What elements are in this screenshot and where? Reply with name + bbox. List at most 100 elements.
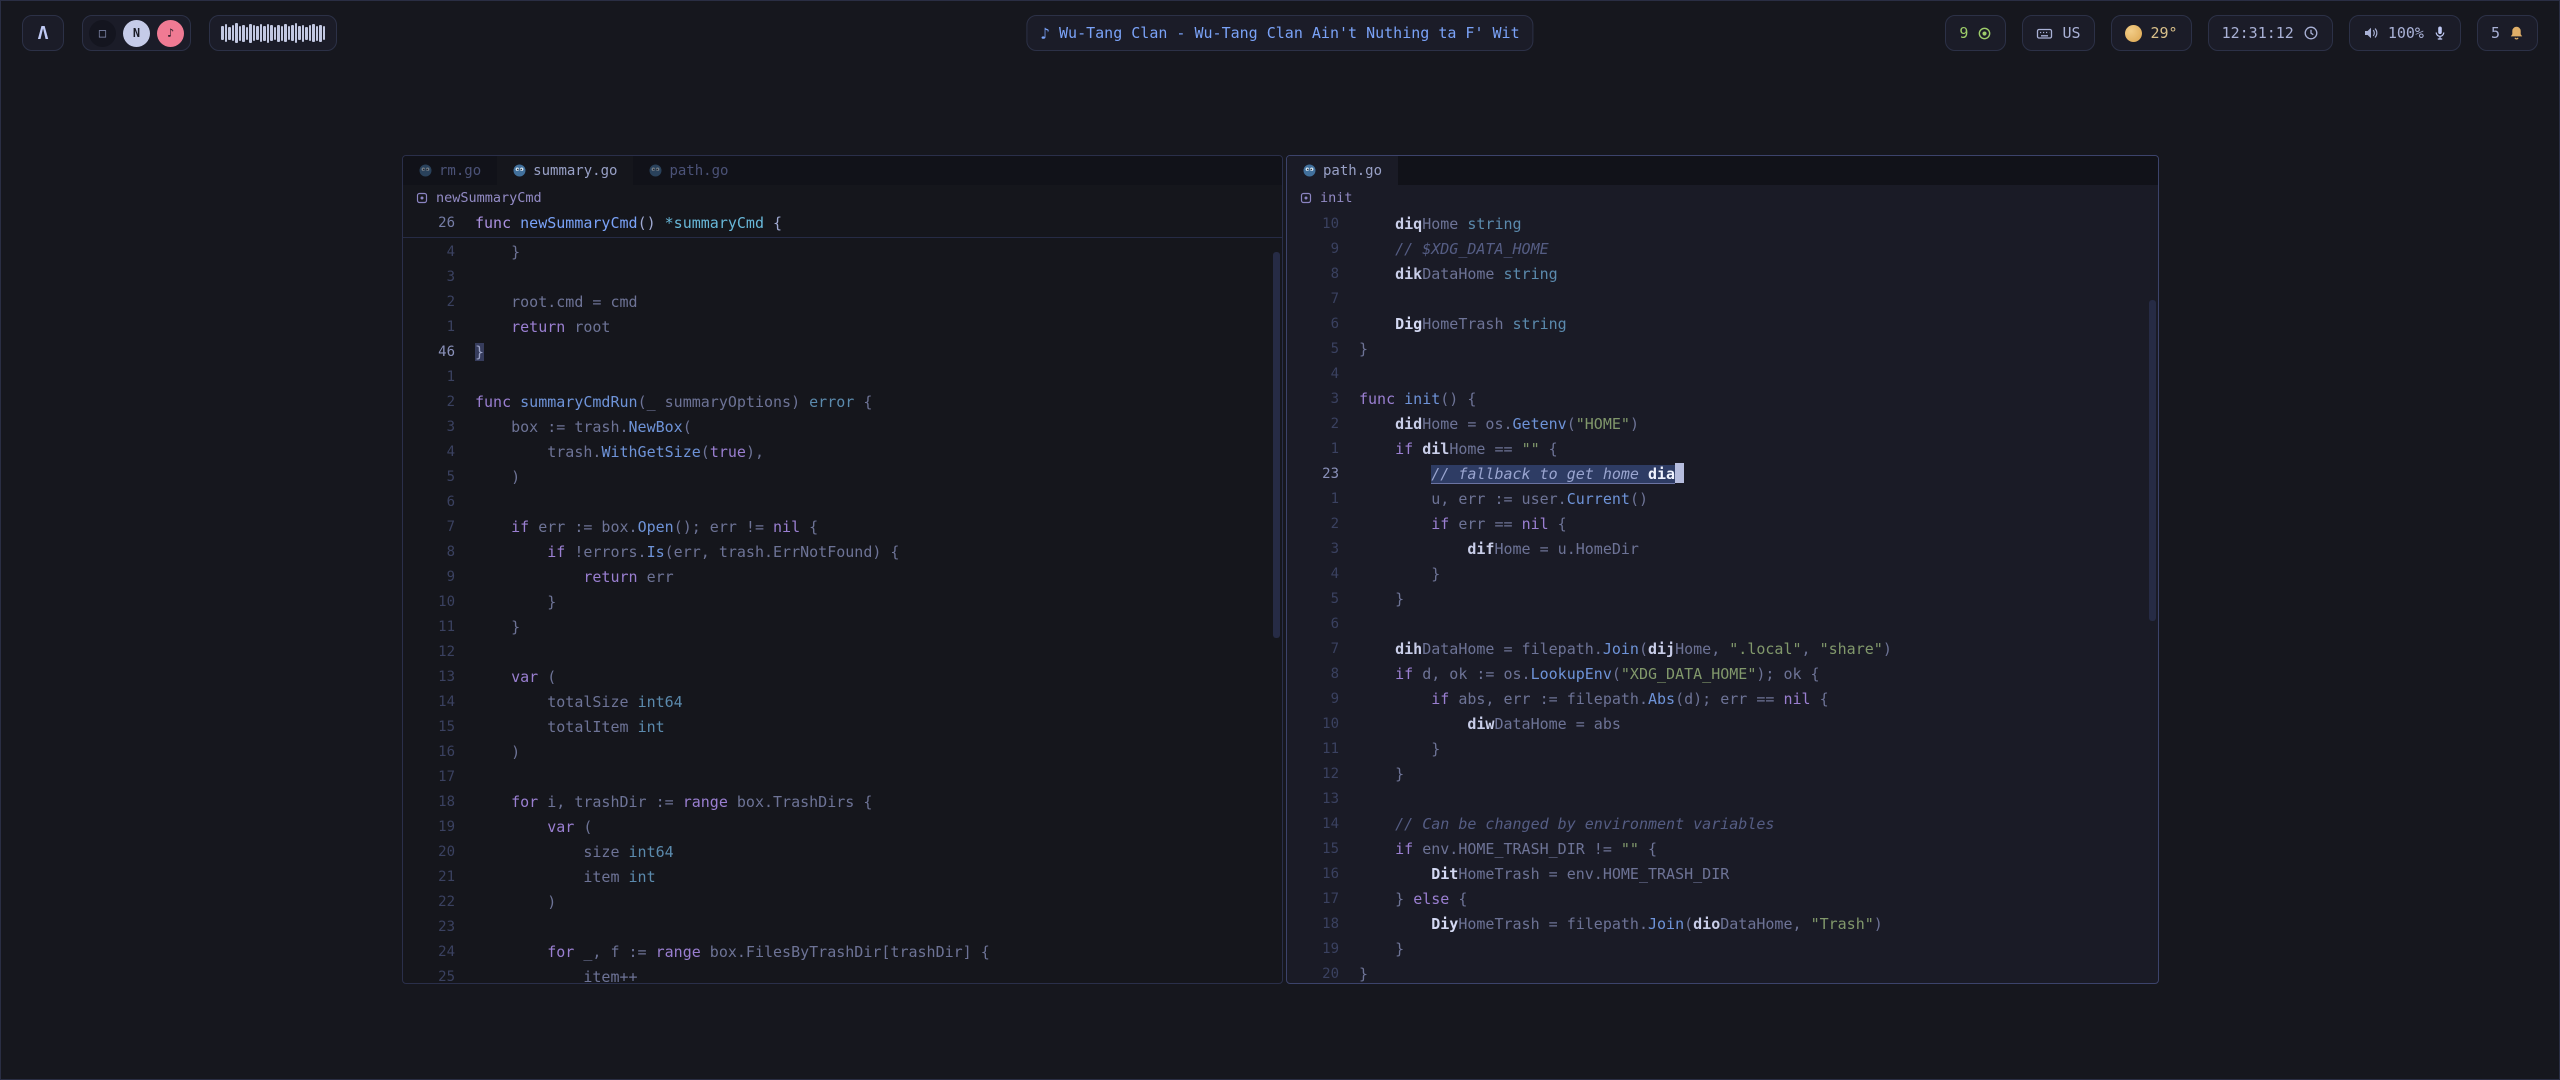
- weather-temperature: 29°: [2151, 24, 2178, 42]
- code-line: 4 }: [403, 240, 1282, 265]
- line-number: 3: [403, 415, 475, 440]
- line-number: 5: [403, 465, 475, 490]
- right-breadcrumb: init: [1287, 185, 2158, 210]
- code-line: 10 diqHome string: [1287, 212, 2158, 237]
- visualizer-bar: [291, 25, 294, 41]
- code-line: 4 trash.WithGetSize(true),: [403, 440, 1282, 465]
- speaker-icon: [2363, 25, 2379, 41]
- code-line: 20}: [1287, 962, 2158, 984]
- line-number: 3: [1287, 387, 1359, 412]
- cursor: [1675, 463, 1684, 483]
- line-number: 1: [403, 315, 475, 340]
- visualizer-bar: [302, 25, 305, 42]
- tab-summary.go[interactable]: summary.go: [497, 156, 633, 185]
- code-line: 5 ): [403, 465, 1282, 490]
- visualizer-bar: [270, 25, 273, 41]
- code-line: 24 for _, f := range box.FilesByTrashDir…: [403, 940, 1282, 965]
- line-number: 11: [403, 615, 475, 640]
- code-line: 3func init() {: [1287, 387, 2158, 412]
- code-line: 17: [403, 765, 1282, 790]
- volume-pill[interactable]: 100%: [2349, 15, 2461, 51]
- line-number: 18: [1287, 912, 1359, 937]
- scrollbar-thumb[interactable]: [1273, 252, 1280, 638]
- recording-count: 9: [1959, 24, 1968, 42]
- code-line: 18 DiyHomeTrash = filepath.Join(dioDataH…: [1287, 912, 2158, 937]
- clock-value: 12:31:12: [2222, 24, 2294, 42]
- code-line: 8 dikDataHome string: [1287, 262, 2158, 287]
- code-line: 6: [403, 490, 1282, 515]
- symbol-icon: [1300, 192, 1312, 204]
- scrollbar-thumb[interactable]: [2149, 300, 2156, 621]
- workspace-2[interactable]: N: [123, 20, 150, 47]
- code-line: 7: [1287, 287, 2158, 312]
- tab-path.go[interactable]: path.go: [1287, 156, 1398, 185]
- code-line: 6: [1287, 612, 2158, 637]
- weather-pill[interactable]: 29°: [2111, 15, 2192, 51]
- visualizer-bar: [312, 24, 315, 42]
- line-number: 10: [1287, 712, 1359, 737]
- line-number: 9: [1287, 237, 1359, 262]
- tab-rm.go[interactable]: rm.go: [403, 156, 497, 185]
- go-file-icon: [513, 164, 526, 177]
- moon-icon: [2125, 25, 2142, 42]
- line-number: 1: [403, 365, 475, 390]
- line-number: 15: [403, 715, 475, 740]
- code-line: 2 didHome = os.Getenv("HOME"): [1287, 412, 2158, 437]
- line-number: 16: [403, 740, 475, 765]
- recording-indicator-pill[interactable]: 9: [1945, 15, 2006, 51]
- left-breadcrumb: newSummaryCmd: [403, 185, 1282, 210]
- right-editor-tabs: path.go: [1287, 156, 2158, 185]
- left-editor-code: 4 }32 root.cmd = cmd1 return root46}12fu…: [403, 238, 1282, 984]
- code-line: 8 if !errors.Is(err, trash.ErrNotFound) …: [403, 540, 1282, 565]
- microphone-icon: [2433, 25, 2447, 41]
- code-line: 14 // Can be changed by environment vari…: [1287, 812, 2158, 837]
- audio-visualizer-pill[interactable]: [209, 15, 337, 51]
- visualizer-bar: [256, 26, 259, 40]
- visualizer-bar: [319, 25, 322, 42]
- code-line: 7 dihDataHome = filepath.Join(dijHome, "…: [1287, 637, 2158, 662]
- right-editor-code: 10 diqHome string9 // $XDG_DATA_HOME8 di…: [1287, 210, 2158, 984]
- context-line-number: 26: [403, 210, 475, 237]
- line-number: 23: [1287, 462, 1359, 487]
- line-number: 10: [1287, 212, 1359, 237]
- code-line: 12: [403, 640, 1282, 665]
- workspaces: □ N ♪: [82, 15, 191, 51]
- line-number: 4: [1287, 562, 1359, 587]
- notifications-pill[interactable]: 5: [2477, 15, 2538, 51]
- line-number: 7: [1287, 637, 1359, 662]
- code-line: 25 item++: [403, 965, 1282, 984]
- keyboard-icon: [2036, 26, 2053, 41]
- workspace-1[interactable]: □: [89, 20, 116, 47]
- keyboard-layout-pill[interactable]: US: [2022, 15, 2094, 51]
- tab-label: summary.go: [533, 163, 617, 179]
- code-line: 15 if env.HOME_TRASH_DIR != "" {: [1287, 837, 2158, 862]
- line-number: 1: [1287, 487, 1359, 512]
- top-bar-left: Λ □ N ♪: [22, 15, 337, 51]
- clock-pill[interactable]: 12:31:12: [2208, 15, 2333, 51]
- code-line: 15 totalItem int: [403, 715, 1282, 740]
- line-number: 23: [403, 915, 475, 940]
- visualizer-bar: [242, 25, 245, 42]
- code-line: 46}: [403, 340, 1282, 365]
- line-number: 6: [1287, 312, 1359, 337]
- code-line: 3: [403, 265, 1282, 290]
- code-line: 21 item int: [403, 865, 1282, 890]
- visualizer-bar: [253, 25, 256, 41]
- symbol-icon: [416, 192, 428, 204]
- visualizer-bar: [249, 24, 252, 43]
- tab-path.go[interactable]: path.go: [633, 156, 744, 185]
- line-number: 18: [403, 790, 475, 815]
- line-number: 4: [403, 240, 475, 265]
- app-launcher-button[interactable]: Λ: [22, 15, 64, 51]
- media-player-pill[interactable]: ♪ Wu-Tang Clan - Wu-Tang Clan Ain't Nuth…: [1026, 15, 1533, 51]
- line-number: 11: [1287, 737, 1359, 762]
- visualizer-bar: [277, 25, 280, 42]
- workspace-3[interactable]: ♪: [157, 20, 184, 47]
- line-number: 6: [403, 490, 475, 515]
- line-number: 20: [403, 840, 475, 865]
- media-title: Wu-Tang Clan - Wu-Tang Clan Ain't Nuthin…: [1059, 24, 1520, 42]
- code-line: 23 // fallback to get home dia: [1287, 462, 2158, 487]
- line-number: 10: [403, 590, 475, 615]
- line-number: 9: [1287, 687, 1359, 712]
- code-line: 9 // $XDG_DATA_HOME: [1287, 237, 2158, 262]
